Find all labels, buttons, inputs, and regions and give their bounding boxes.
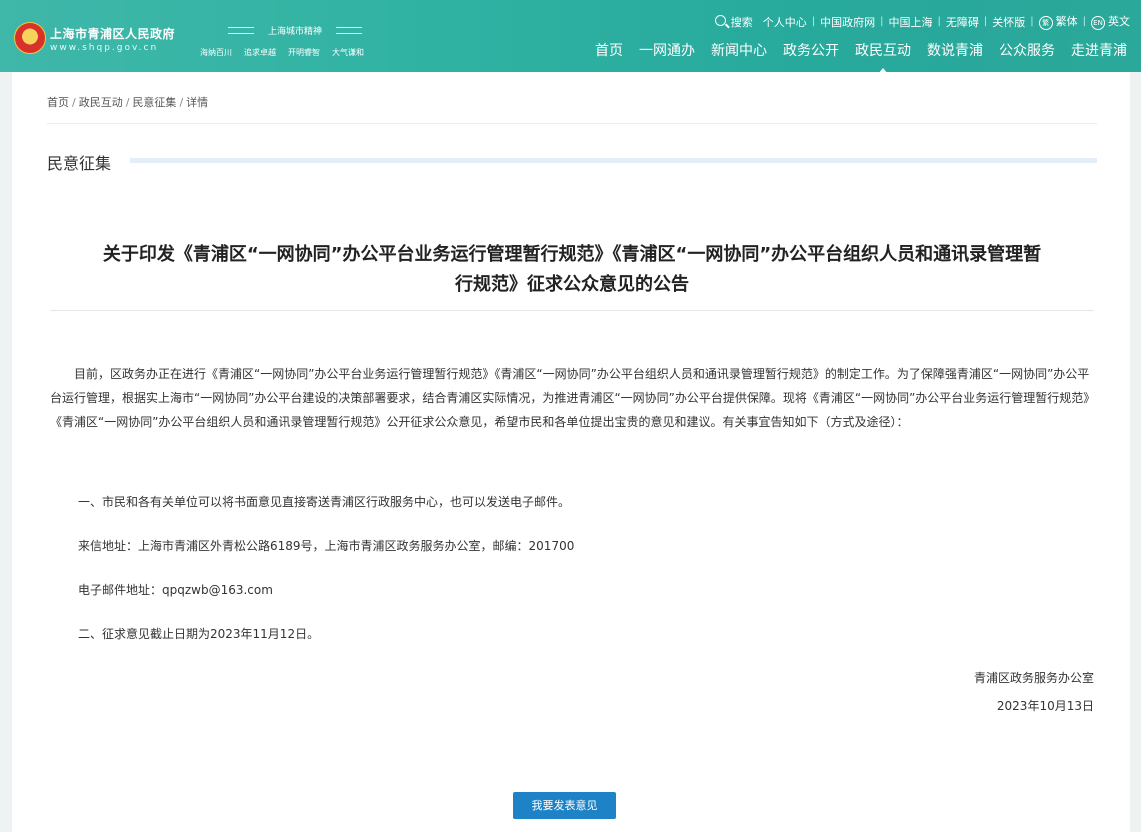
shanghai-link[interactable]: 中国上海 [884, 14, 938, 30]
site-header: 上海市青浦区人民政府 www.shqp.gov.cn 上海城市精神 海纳百川 追… [0, 0, 1141, 72]
search-icon [714, 14, 726, 26]
nav-data[interactable]: 数说青浦 [919, 40, 991, 60]
traditional-label: 繁体 [1055, 15, 1078, 28]
accessibility-link[interactable]: 无障碍 [941, 14, 984, 30]
article-item: 二、征求意见截止日期为2023年11月12日。 [78, 627, 320, 641]
breadcrumb: 首页 / 政民互动 / 民意征集 / 详情 [47, 94, 208, 110]
breadcrumb-interaction[interactable]: 政民互动 [79, 96, 123, 109]
divider [50, 310, 1094, 311]
search-label: 搜索 [730, 15, 753, 29]
user-center-link[interactable]: 个人中心 [758, 14, 812, 30]
nav-news[interactable]: 新闻中心 [703, 40, 775, 60]
spirit-word: 大气谦和 [332, 48, 364, 57]
english-icon: EN [1091, 16, 1105, 30]
breadcrumb-separator: / [179, 96, 184, 109]
article-title: 关于印发《青浦区“一网协同”办公平台业务运行管理暂行规范》《青浦区“一网协同”办… [50, 240, 1094, 300]
search-link[interactable]: 搜索 [710, 14, 758, 30]
nav-public-service[interactable]: 公众服务 [991, 40, 1063, 60]
breadcrumb-separator: / [125, 96, 130, 109]
breadcrumb-separator: / [72, 96, 76, 109]
elder-mode-link[interactable]: 关怀版 [987, 14, 1030, 30]
city-spirit-label: 上海城市精神 [268, 27, 323, 37]
article-address: 来信地址：上海市青浦区外青松公路6189号，上海市青浦区政务服务办公室，邮编：2… [78, 539, 575, 553]
decor-line [228, 27, 254, 34]
site-title[interactable]: 上海市青浦区人民政府 [50, 25, 175, 42]
nav-interaction[interactable]: 政民互动 [847, 40, 919, 60]
gov-cn-link[interactable]: 中国政府网 [815, 14, 880, 30]
article-email: 电子邮件地址：qpqzwb@163.com [78, 583, 273, 597]
article-item: 一、市民和各有关单位可以将书面意见直接寄送青浦区行政服务中心，也可以发送电子邮件… [78, 495, 571, 509]
breadcrumb-home[interactable]: 首页 [47, 96, 69, 109]
section-decor-bar [130, 158, 1097, 163]
spirit-word: 开明睿智 [288, 48, 320, 57]
nav-one-stop[interactable]: 一网通办 [631, 40, 703, 60]
spirit-word: 追求卓越 [244, 48, 276, 57]
english-label: 英文 [1108, 15, 1130, 28]
article-paragraph: 目前，区政务办正在进行《青浦区“一网协同”办公平台业务运行管理暂行规范》《青浦区… [50, 367, 1090, 429]
section-title: 民意征集 [47, 154, 112, 173]
nav-about[interactable]: 走进青浦 [1063, 40, 1135, 60]
english-link[interactable]: EN 英文 [1086, 13, 1135, 30]
breadcrumb-detail: 详情 [186, 96, 209, 109]
article-signer: 青浦区政务服务办公室 [973, 671, 1094, 685]
article-title-line: 关于印发《青浦区“一网协同”办公平台业务运行管理暂行规范》《青浦区“一网协同”办… [102, 244, 1042, 265]
divider [47, 123, 1097, 124]
spirit-word: 海纳百川 [200, 48, 232, 57]
main-nav: 首页 一网通办 新闻中心 政务公开 政民互动 数说青浦 公众服务 走进青浦 [587, 40, 1135, 60]
submit-opinion-button[interactable]: 我要发表意见 [513, 792, 616, 819]
top-links: 搜索 个人中心 | 中国政府网 | 中国上海 | 无障碍 | 关怀版 | 繁繁体… [710, 13, 1135, 30]
content-panel: 首页 / 政民互动 / 民意征集 / 详情 民意征集 关于印发《青浦区“一网协同”办公平台业… [12, 72, 1130, 832]
breadcrumb-collection[interactable]: 民意征集 [132, 96, 176, 109]
nav-gov-info[interactable]: 政务公开 [775, 40, 847, 60]
traditional-chinese-link[interactable]: 繁繁体 [1034, 13, 1083, 30]
article-title-line: 行规范》征求公众意见的公告 [455, 274, 689, 295]
nav-home[interactable]: 首页 [587, 40, 631, 60]
national-emblem-icon[interactable] [14, 22, 46, 54]
traditional-icon: 繁 [1038, 16, 1053, 30]
article-date: 2023年10月13日 [996, 699, 1094, 713]
city-spirit-words: 海纳百川 追求卓越 开明睿智 大气谦和 [200, 47, 364, 58]
decor-line [336, 27, 363, 34]
site-url: www.shqp.gov.cn [50, 43, 159, 53]
city-spirit-title: 上海城市精神 [214, 24, 376, 37]
